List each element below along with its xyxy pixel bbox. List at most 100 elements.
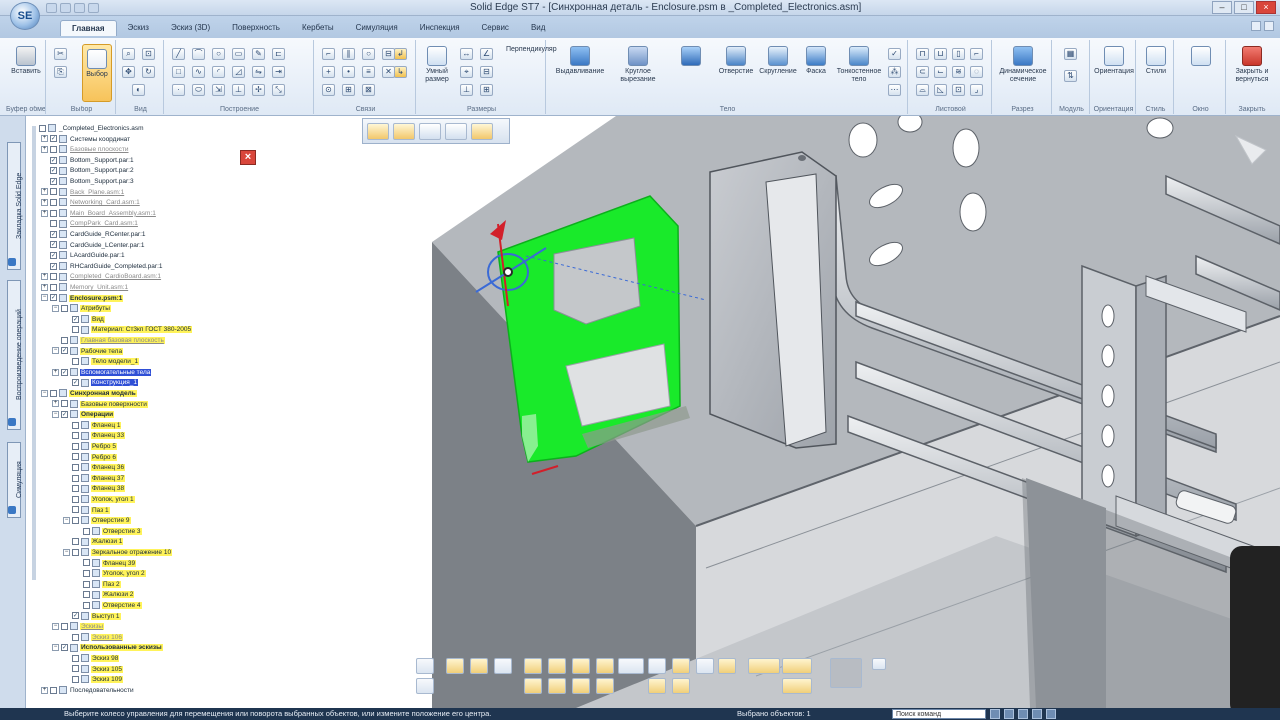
pan-status-icon[interactable] [1018, 709, 1028, 719]
tree-checkbox[interactable]: ✓ [50, 241, 57, 249]
rigid-icon[interactable]: ⊞ [342, 84, 355, 96]
visible-edges-icon[interactable] [718, 658, 736, 674]
shaded-icon[interactable] [648, 658, 666, 674]
tree-checkbox[interactable] [50, 198, 57, 206]
view-right-icon[interactable] [572, 678, 590, 694]
dim-style-icon[interactable]: ⊞ [480, 84, 493, 96]
face-selector-icon[interactable] [419, 123, 441, 140]
tree-checkbox[interactable]: ✓ [50, 262, 57, 270]
tree-item[interactable]: + ✓ Вспомогательные тела [52, 368, 152, 378]
wireframe-icon[interactable] [696, 658, 714, 674]
tree-expander-icon[interactable]: + [52, 368, 59, 376]
chamfer-sketch-icon[interactable]: ◿ [232, 66, 245, 78]
arc-icon[interactable]: ⌒ [192, 48, 205, 60]
zoom-in-icon[interactable] [470, 658, 488, 674]
zoom-status-icon[interactable] [990, 709, 1000, 719]
dynamic-section-button[interactable]: Динамическое сечение [996, 46, 1050, 84]
tree-checkbox[interactable] [83, 591, 90, 599]
keypoint-icon[interactable] [445, 123, 467, 140]
tree-checkbox[interactable]: ✓ [50, 156, 57, 164]
tree-expander-icon[interactable]: + [41, 145, 48, 153]
tree-item[interactable]: + Последовательности [41, 686, 135, 696]
app-logo-icon[interactable]: SE [10, 2, 40, 30]
tab-1[interactable]: Главная [60, 20, 117, 36]
shaded-edges-icon[interactable] [672, 658, 690, 674]
tree-item[interactable]: Тело модели_1 [63, 357, 140, 367]
tree-checkbox[interactable] [72, 326, 79, 334]
relation-handle-icon[interactable]: ↲ [394, 48, 407, 60]
point-icon[interactable]: · [172, 84, 185, 96]
tree-expander-icon[interactable]: + [41, 283, 48, 291]
symmetric-dim-icon[interactable]: ⊟ [480, 66, 493, 78]
tree-item[interactable]: Отверстие 3 [74, 527, 142, 537]
offset-icon[interactable]: ⊏ [272, 48, 285, 60]
tree-item[interactable]: + Main_Board_Assembly.asm:1 [41, 209, 157, 219]
horizontal-icon[interactable]: + [322, 66, 335, 78]
tree-checkbox[interactable]: ✓ [61, 644, 68, 652]
tree-checkbox[interactable]: ✓ [50, 251, 57, 259]
tree-checkbox[interactable] [61, 304, 68, 312]
cutout-button[interactable]: Круглое вырезание [612, 46, 664, 84]
tab-5[interactable]: Кербеты [291, 20, 345, 36]
tree-item[interactable]: + ✓ Системы координат [41, 134, 131, 145]
tree-checkbox[interactable] [72, 654, 79, 662]
spin-icon[interactable] [572, 658, 590, 674]
zoom-icon[interactable]: ⌕ [122, 48, 135, 60]
line-icon[interactable]: ╱ [172, 48, 185, 60]
jog-icon[interactable]: ⌙ [934, 66, 947, 78]
tree-expander-icon[interactable]: − [41, 294, 48, 302]
tree-item[interactable]: _Completed_Electronics.asm [30, 124, 145, 134]
tree-item[interactable]: Ребро 6 [63, 452, 117, 463]
thin-wall-button[interactable]: Тонкостенное тело [832, 46, 886, 84]
scale-icon[interactable]: ⤡ [272, 84, 285, 96]
dim-axis-icon[interactable]: ⊥ [460, 84, 473, 96]
tree-item[interactable]: ✓ Bottom_Support.par:3 [41, 177, 135, 187]
tree-item[interactable]: ✓ RHCardGuide_Completed.par:1 [41, 262, 164, 272]
tree-checkbox[interactable] [72, 506, 79, 514]
tree-checkbox[interactable]: ✓ [61, 410, 68, 418]
tree-checkbox[interactable] [50, 188, 57, 196]
redo-icon[interactable] [74, 3, 85, 13]
module-icon[interactable]: ▦ [1064, 48, 1077, 60]
tree-item[interactable]: Эскиз 105 [63, 664, 124, 675]
dimple-icon[interactable]: ◌ [970, 66, 983, 78]
cad-model-view[interactable] [236, 116, 1280, 708]
tree-item[interactable]: Материал: Ст3кп ГОСТ 380-2005 [63, 325, 193, 335]
trim-icon[interactable]: ✎ [252, 48, 265, 60]
ellipse-icon[interactable]: ⬭ [192, 84, 205, 96]
tree-item[interactable]: − Атрибуты [52, 304, 111, 314]
tree-item[interactable]: − Зеркальное отражение 10 [63, 548, 173, 558]
perpendicular-button[interactable]: Перпендикуляр [506, 46, 557, 54]
pathfinder-scrollbar[interactable] [32, 126, 36, 580]
cut-icon[interactable]: ✂ [54, 48, 67, 60]
pan-view-icon[interactable] [524, 658, 542, 674]
tree-checkbox[interactable]: ✓ [50, 230, 57, 238]
window-button[interactable] [1180, 46, 1222, 68]
tree-checkbox[interactable] [72, 665, 79, 673]
tree-checkbox[interactable]: ✓ [50, 177, 57, 185]
tree-item[interactable]: ✓ Вид [63, 315, 105, 325]
pan-icon[interactable]: ✥ [122, 66, 135, 78]
tree-item[interactable]: − ✓ Рабочие тела [52, 346, 124, 357]
tree-item[interactable]: Паз 1 [63, 505, 110, 516]
distance-icon[interactable]: ↔ [460, 48, 473, 60]
tree-item[interactable]: Паз 2 [74, 580, 121, 590]
smart-dimension-button[interactable]: Умный размер [420, 46, 454, 84]
tangent-icon[interactable]: ○ [362, 48, 375, 60]
move-icon[interactable]: ✢ [252, 84, 265, 96]
tree-expander-icon[interactable]: − [52, 622, 59, 630]
tree-item[interactable]: Фланец 1 [63, 421, 122, 431]
show-all-icon[interactable] [782, 678, 812, 694]
connect-icon[interactable]: ⌐ [322, 48, 335, 60]
tree-checkbox[interactable] [72, 485, 79, 493]
tree-item[interactable]: + Back_Plane.asm:1 [41, 187, 125, 198]
tree-item[interactable]: ✓ CardGuide_RCenter.par:1 [41, 230, 147, 240]
tree-item[interactable]: − Эскизы [52, 622, 105, 632]
chamfer-button[interactable]: Фаска [798, 46, 834, 76]
rotate-icon[interactable]: ↻ [142, 66, 155, 78]
circle-icon[interactable]: ○ [212, 48, 225, 60]
view-status-icon[interactable] [1046, 709, 1056, 719]
tree-checkbox[interactable]: ✓ [50, 294, 57, 302]
tree-expander-icon[interactable]: + [41, 135, 48, 143]
sidebar-tab-simulation[interactable]: Симуляция [7, 442, 23, 518]
